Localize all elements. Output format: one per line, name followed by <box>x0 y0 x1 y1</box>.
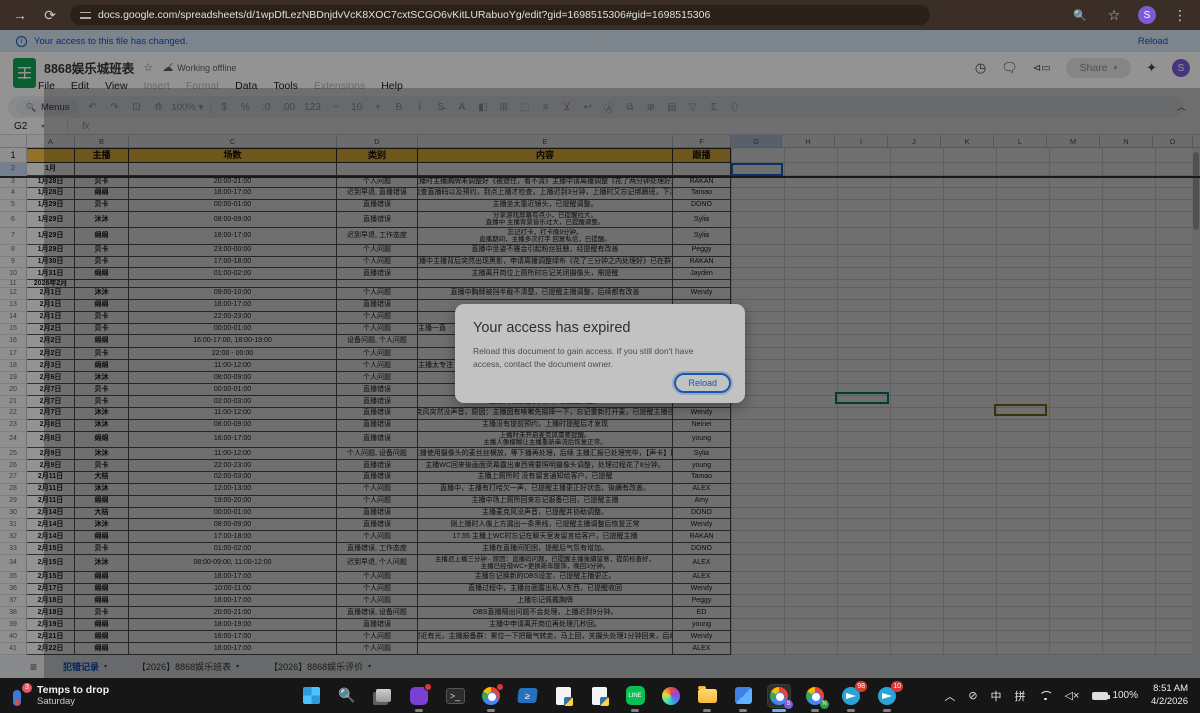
taskbar-chrome-icon[interactable] <box>480 685 502 707</box>
taskbar-ps-icon[interactable]: ≥ <box>516 685 538 707</box>
windows-taskbar: 3 Temps to drop Saturday 🔍>_≥LINESN9810 … <box>0 678 1200 713</box>
url-text: docs.google.com/spreadsheets/d/1wpDfLezN… <box>98 9 710 21</box>
taskbar-line-icon[interactable]: LINE <box>624 685 646 707</box>
taskbar-py-icon[interactable] <box>588 685 610 707</box>
browser-menu-icon[interactable]: ⋮ <box>1170 7 1190 24</box>
reload-icon[interactable]: ⟳ <box>40 7 60 24</box>
forward-icon[interactable]: → <box>10 7 30 23</box>
ime-pinyin-icon[interactable]: 拼 <box>1015 688 1026 704</box>
back-icon[interactable]: ← <box>0 30 1200 678</box>
taskbar-py-icon[interactable] <box>552 685 574 707</box>
taskbar-telegram-icon[interactable]: 10 <box>876 685 898 707</box>
taskbar-search-icon[interactable]: 🔍 <box>336 685 358 707</box>
taskbar-copilot-icon[interactable] <box>660 685 682 707</box>
browser-toolbar: ← → ⟳ docs.google.com/spreadsheets/d/1wp… <box>0 0 1200 30</box>
weather-headline: Temps to drop <box>37 684 109 696</box>
taskbar-folder-icon[interactable] <box>696 685 718 707</box>
volume-muted-icon[interactable]: ◁× <box>1065 689 1080 702</box>
weather-widget[interactable]: 3 Temps to drop Saturday <box>0 684 300 707</box>
browser-profile-avatar[interactable]: S <box>1138 6 1156 24</box>
ime-language-icon[interactable]: 中 <box>991 688 1002 704</box>
taskbar-telegram-icon[interactable]: 98 <box>840 685 862 707</box>
site-settings-icon[interactable] <box>80 11 91 20</box>
tray-chevron-icon[interactable]: ︿ <box>944 688 955 704</box>
address-bar[interactable]: docs.google.com/spreadsheets/d/1wpDfLezN… <box>70 5 930 25</box>
bookmark-star-icon[interactable]: ☆ <box>1104 7 1124 24</box>
battery-icon <box>1092 692 1108 700</box>
screen: ← → ⟳ docs.google.com/spreadsheets/d/1wp… <box>0 0 1200 713</box>
taskbar-start-icon[interactable] <box>300 685 322 707</box>
taskbar-chrome-icon[interactable]: N <box>804 685 826 707</box>
system-tray: ︿ ⊘ 中 拼 ◁× 100% 8:51 AM 4/2/2026 <box>944 683 1200 708</box>
weather-icon: 3 <box>10 686 30 706</box>
taskbar-taskview-icon[interactable] <box>372 685 394 707</box>
taskbar-term-icon[interactable]: >_ <box>444 685 466 707</box>
weather-subline: Saturday <box>37 696 109 707</box>
do-not-disturb-icon[interactable]: ⊘ <box>968 689 977 702</box>
zoom-icon[interactable]: 🔍 <box>1070 9 1090 22</box>
taskbar-shield-icon[interactable] <box>408 685 430 707</box>
taskbar-clock[interactable]: 8:51 AM 4/2/2026 <box>1151 683 1188 708</box>
taskbar-chrome-icon[interactable]: S <box>768 685 790 707</box>
battery-indicator[interactable]: 100% <box>1092 690 1138 701</box>
taskbar-photos-icon[interactable] <box>732 685 754 707</box>
wifi-icon[interactable] <box>1039 691 1052 701</box>
